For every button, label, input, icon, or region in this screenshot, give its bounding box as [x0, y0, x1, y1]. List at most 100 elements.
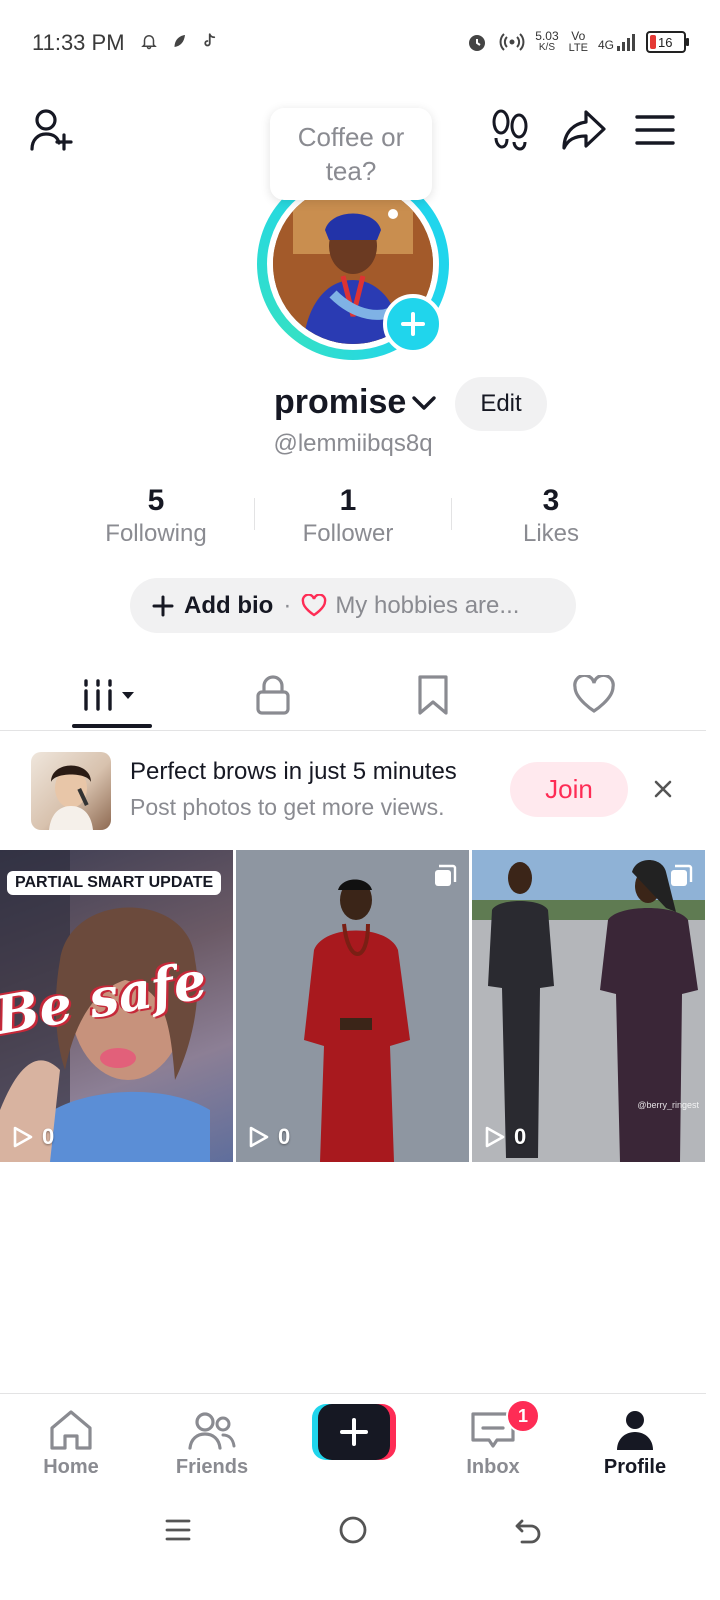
promo-close-button[interactable] [648, 774, 678, 804]
display-name: promise [274, 383, 407, 421]
nav-home[interactable]: Home [11, 1408, 131, 1479]
chevron-down-icon [412, 395, 436, 410]
video-thumbnail[interactable]: 0 [236, 850, 469, 1162]
status-bubble[interactable]: Coffee or tea? [270, 108, 432, 200]
stat-following[interactable]: 5 Following [56, 484, 256, 548]
create-plus-icon [312, 1404, 396, 1460]
close-icon [654, 780, 672, 798]
edit-profile-button[interactable]: Edit [455, 377, 547, 431]
stat-followers[interactable]: 1 Follower [248, 484, 448, 548]
video-view-count: 0 [514, 1124, 527, 1149]
join-button[interactable]: Join [510, 762, 628, 817]
leaf-icon [174, 35, 185, 47]
volte-top: Vo [571, 29, 586, 43]
bell-icon [141, 35, 157, 50]
likes-label: Likes [522, 520, 580, 547]
tab-videos[interactable] [24, 660, 200, 730]
battery-level: 16 [658, 34, 673, 50]
multi-photo-icon [671, 864, 693, 886]
share-icon [562, 110, 606, 150]
profile-views-button[interactable] [488, 108, 532, 152]
volte-indicator: Vo LTE [569, 30, 588, 54]
nav-profile[interactable]: Profile [575, 1408, 695, 1479]
status-bubble-text: Coffee or tea? [297, 122, 405, 186]
video-badge: PARTIAL SMART UPDATE [7, 871, 222, 895]
video-view-count: 0 [278, 1124, 291, 1149]
play-icon [485, 1126, 505, 1148]
plus-icon [401, 312, 425, 336]
video-thumbnail[interactable]: Be safe PARTIAL SMART UPDATE 0 [0, 850, 233, 1162]
avatar-add-button[interactable] [383, 294, 443, 354]
profile-icon [617, 1411, 653, 1450]
videos-grid-icon [84, 679, 134, 711]
heart-icon [302, 593, 327, 616]
status-notification-icons [140, 32, 218, 50]
battery-indicator: 16 [646, 31, 689, 53]
menu-icon [635, 115, 675, 145]
friends-icon [188, 1412, 236, 1450]
hotspot-icon [499, 33, 525, 51]
alarm-icon [469, 35, 486, 51]
signal-icon [617, 34, 635, 51]
video-watermark: @berry_ringest [637, 1100, 699, 1110]
multi-photo-icon [435, 864, 457, 886]
promo-title: Perfect brows in just 5 minutes [130, 758, 457, 785]
system-recents-button[interactable] [158, 1510, 198, 1550]
video-view-count: 0 [42, 1124, 55, 1149]
nav-inbox-label: Inbox [466, 1456, 520, 1478]
status-time: 11:33 PM [32, 30, 125, 55]
inbox-badge: 1 [506, 1399, 540, 1433]
username-switcher[interactable]: promise [274, 383, 438, 422]
network-type: 4G [597, 38, 614, 52]
active-tab-indicator [72, 724, 152, 728]
video-grid: Be safe PARTIAL SMART UPDATE 0 0 @berry_… [0, 850, 706, 1162]
bio-hint: My hobbies are... [301, 592, 519, 620]
tab-favorites[interactable] [345, 660, 521, 730]
add-bio-button[interactable]: Add bio · My hobbies are... [130, 578, 576, 633]
tab-private[interactable] [185, 660, 361, 730]
add-friend-button[interactable] [26, 106, 78, 154]
video-views: 0 [248, 1124, 290, 1150]
profile-tabs [0, 660, 706, 731]
liked-heart-icon [573, 675, 615, 713]
signal-indicator: 4G [598, 32, 636, 52]
status-right-icons: 5.03 K/S Vo LTE 4G 16 [465, 30, 689, 54]
menu-button[interactable] [632, 108, 678, 152]
home-circle-icon [339, 1516, 367, 1544]
add-bio-label: Add bio [184, 591, 274, 619]
nav-friends[interactable]: Friends [152, 1408, 272, 1479]
volte-bottom: LTE [568, 42, 588, 54]
network-speed: 5.03 K/S [535, 30, 558, 54]
speed-unit: K/S [538, 42, 555, 53]
speed-value: 5.03 [535, 29, 559, 43]
play-icon [13, 1126, 33, 1148]
bio-separator: · [283, 591, 292, 619]
followers-label: Follower [302, 520, 394, 547]
video-views: 0 [12, 1124, 54, 1150]
share-profile-button[interactable] [558, 106, 610, 154]
system-home-button[interactable] [333, 1510, 373, 1550]
stat-likes[interactable]: 3 Likes [451, 484, 651, 548]
bio-hint-text: My hobbies are... [335, 591, 520, 619]
add-friend-icon [30, 109, 73, 151]
create-button[interactable] [312, 1404, 396, 1460]
likes-count: 3 [542, 484, 560, 517]
following-label: Following [105, 520, 207, 547]
video-thumbnail[interactable]: @berry_ringest 0 [472, 850, 705, 1162]
plus-icon [152, 595, 174, 616]
system-back-button[interactable] [509, 1510, 549, 1550]
home-icon [50, 1410, 92, 1450]
add-bio: Add bio [152, 592, 273, 620]
following-count: 5 [147, 484, 165, 517]
promo-subtitle: Post photos to get more views. [130, 794, 445, 820]
nav-home-label: Home [43, 1456, 99, 1478]
recents-icon [165, 1519, 191, 1541]
back-icon [515, 1519, 541, 1544]
tab-liked[interactable] [506, 660, 682, 730]
profile-handle: @lemmiibqs8q [273, 430, 433, 457]
favorites-bookmark-icon [418, 675, 448, 715]
promo-thumbnail [31, 752, 111, 830]
nav-profile-label: Profile [603, 1456, 667, 1478]
tiktok-icon [204, 33, 216, 47]
footprints-icon [492, 109, 528, 151]
